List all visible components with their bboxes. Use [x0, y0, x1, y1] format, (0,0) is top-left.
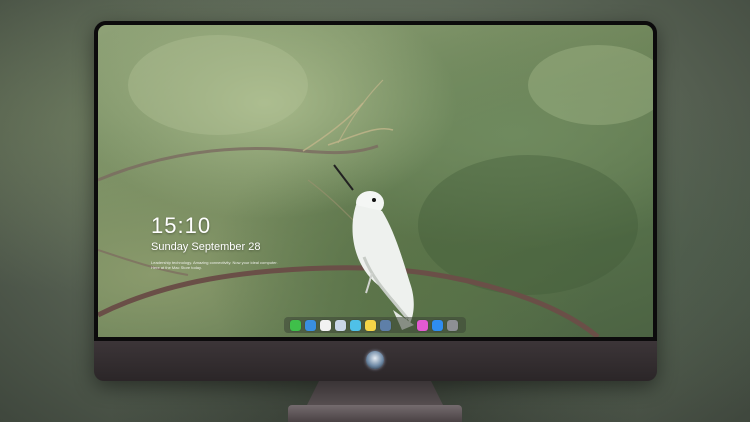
hummingbird-image: [333, 164, 414, 330]
monitor-stand-base: [288, 405, 462, 422]
videos-icon[interactable]: [350, 319, 361, 331]
wallpaper-branch-art: [98, 35, 653, 337]
lock-screen[interactable]: 15:10 Sunday September 28 Leadership tec…: [98, 25, 653, 337]
lock-screen-note: Leadership technology. Amazing connectiv…: [151, 260, 278, 270]
lock-screen-time: 15:10: [151, 213, 212, 238]
clock-icon[interactable]: [320, 319, 331, 331]
messages-icon[interactable]: [290, 319, 301, 331]
lock-screen-date: Sunday September 28: [151, 241, 261, 253]
finder-icon[interactable]: [305, 319, 316, 331]
music-icon[interactable]: [417, 319, 428, 331]
preview-icon[interactable]: [335, 319, 346, 331]
app-store-icon[interactable]: [432, 319, 443, 331]
photos-icon[interactable]: [380, 319, 391, 331]
dock: [284, 317, 466, 333]
monitor-bezel: 15:10 Sunday September 28 Leadership tec…: [94, 21, 657, 341]
camera-icon[interactable]: [447, 319, 458, 331]
monitor: 15:10 Sunday September 28 Leadership tec…: [94, 21, 657, 381]
notes-icon[interactable]: [365, 319, 376, 331]
brand-logo-icon: [366, 351, 384, 369]
